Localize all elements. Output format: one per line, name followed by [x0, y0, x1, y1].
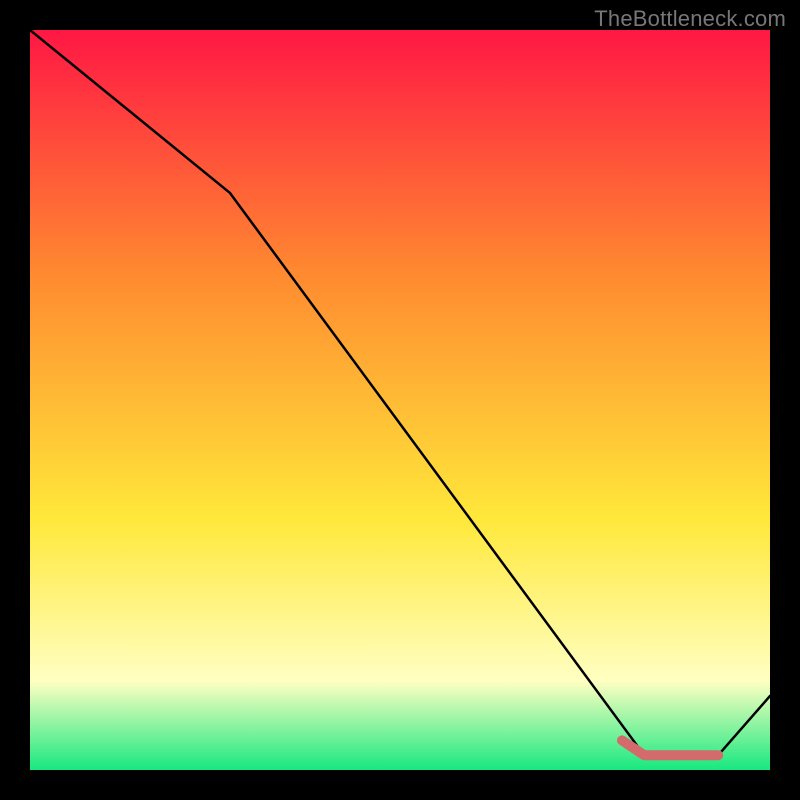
chart-frame: TheBottleneck.com	[0, 0, 800, 800]
chart-svg	[30, 30, 770, 770]
watermark-text: TheBottleneck.com	[594, 6, 786, 32]
gradient-background	[30, 30, 770, 770]
plot-area	[30, 30, 770, 770]
